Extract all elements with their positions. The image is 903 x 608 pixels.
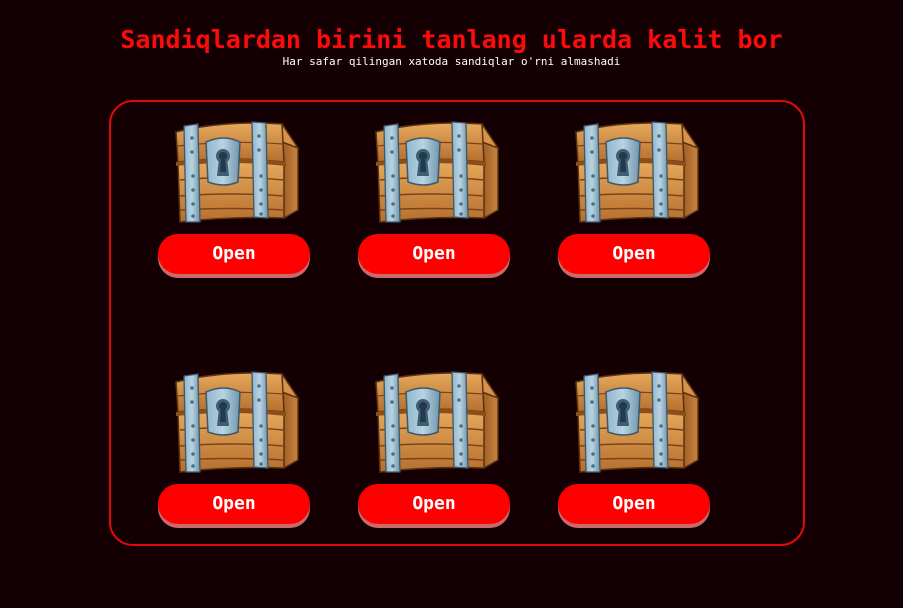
page-title: Sandiqlardan birini tanlang ularda kalit… xyxy=(120,25,783,54)
treasure-chest-icon xyxy=(564,368,704,474)
treasure-chest-icon xyxy=(364,368,504,474)
chest-slot: Open xyxy=(158,368,310,538)
page-subtitle: Har safar qilingan xatoda sandiqlar o'rn… xyxy=(282,55,621,68)
open-chest-button[interactable]: Open xyxy=(358,484,510,524)
chest-slot: Open xyxy=(558,368,710,538)
open-chest-button[interactable]: Open xyxy=(358,234,510,274)
open-chest-button[interactable]: Open xyxy=(158,484,310,524)
chest-board: Open Open Open Open Open Open xyxy=(109,100,805,546)
treasure-chest-icon xyxy=(164,368,304,474)
chest-slot: Open xyxy=(358,368,510,538)
chest-slot: Open xyxy=(358,118,510,288)
treasure-chest-icon xyxy=(364,118,504,224)
chest-slot: Open xyxy=(158,118,310,288)
treasure-chest-icon xyxy=(164,118,304,224)
treasure-chest-icon xyxy=(564,118,704,224)
open-chest-button[interactable]: Open xyxy=(158,234,310,274)
open-chest-button[interactable]: Open xyxy=(558,234,710,274)
open-chest-button[interactable]: Open xyxy=(558,484,710,524)
chest-slot: Open xyxy=(558,118,710,288)
